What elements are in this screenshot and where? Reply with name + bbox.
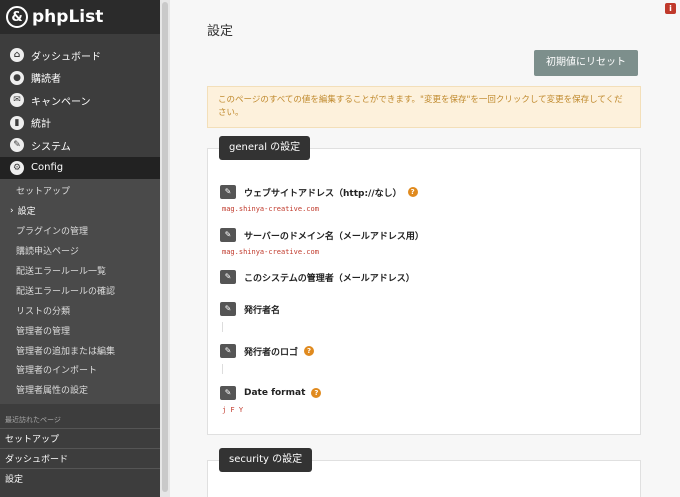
setting-value-empty [222, 322, 225, 332]
submenu-manage-admins[interactable]: 管理者の管理 [0, 320, 160, 340]
submenu-list-categories[interactable]: リストの分類 [0, 300, 160, 320]
setting-label: ウェブサイトアドレス（http://なし） [244, 188, 402, 199]
submenu-add-edit-admin[interactable]: 管理者の追加または編集 [0, 340, 160, 360]
security-settings-panel: security の設定 [207, 448, 641, 497]
submenu-setup[interactable]: セットアップ [0, 181, 160, 201]
edit-icon[interactable]: ✎ [220, 270, 236, 284]
submenu-admin-attributes[interactable]: 管理者属性の設定 [0, 380, 160, 400]
logo[interactable]: & phpList [0, 0, 160, 34]
config-submenu: セットアップ › 設定 プラグインの管理 購読申込ページ 配送エラールール一覧 … [0, 179, 160, 404]
page-title: 設定 [207, 24, 234, 39]
help-icon[interactable]: ? [407, 187, 418, 197]
nav-item-subscribers[interactable]: ● 購読者 [0, 67, 160, 90]
edit-icon[interactable]: ✎ [220, 386, 236, 400]
general-settings-tab[interactable]: general の設定 [219, 136, 311, 160]
nav-item-campaigns[interactable]: ✉ キャンペーン [0, 89, 160, 112]
submenu-import-admins[interactable]: 管理者のインポート [0, 360, 160, 380]
home-icon: ⌂ [10, 48, 24, 63]
mail-icon: ✉ [10, 93, 24, 108]
setting-domain: ✎ サーバーのドメイン名（メールアドレス用） mag.shinya-creati… [220, 228, 424, 256]
setting-label: このシステムの管理者（メールアドレス） [244, 273, 415, 284]
reset-defaults-button[interactable]: 初期値にリセット [534, 50, 638, 76]
setting-website: ✎ ウェブサイトアドレス（http://なし） ? mag.shinya-cre… [220, 185, 418, 213]
help-icon[interactable]: ? [304, 346, 315, 356]
sidebar-scrollbar[interactable] [160, 0, 170, 497]
info-icon[interactable]: i [665, 3, 676, 14]
chart-icon: ▮ [10, 115, 24, 130]
sidebar: & phpList ⌂ ダッシュボード ● 購読者 ✉ キャンペーン ▮ 統計 … [0, 0, 160, 497]
recent-item-settings[interactable]: 設定 [0, 467, 160, 488]
phplist-logo-icon: & [6, 6, 28, 28]
submenu-label: 設定 [17, 207, 36, 218]
submenu-plugins[interactable]: プラグインの管理 [0, 221, 160, 241]
setting-label: Date format [244, 388, 306, 398]
nav-label: システム [31, 141, 71, 153]
wrench-icon: ✎ [10, 138, 24, 153]
chevron-right-icon: › [10, 205, 14, 216]
nav-item-dashboard[interactable]: ⌂ ダッシュボード [0, 44, 160, 67]
submenu-settings[interactable]: › 設定 [0, 201, 160, 221]
brand-name: phpList [32, 7, 104, 27]
setting-value: mag.shinya-creative.com [222, 205, 319, 213]
nav-label: キャンペーン [31, 96, 91, 108]
setting-label: 発行者名 [244, 305, 281, 316]
main-content: i 設定 初期値にリセット このページのすべての値を編集することができます。"変… [170, 0, 680, 497]
recent-item-dashboard[interactable]: ダッシュボード [0, 447, 160, 468]
user-icon: ● [10, 70, 24, 85]
submenu-check-bounce-rules[interactable]: 配送エラールールの確認 [0, 280, 160, 300]
setting-label: サーバーのドメイン名（メールアドレス用） [244, 231, 424, 242]
nav-label: ダッシュボード [31, 51, 101, 63]
help-icon[interactable]: ? [311, 388, 322, 398]
setting-admin-address: ✎ このシステムの管理者（メールアドレス） [220, 270, 415, 284]
edit-icon[interactable]: ✎ [220, 302, 236, 316]
submenu-subscribe-pages[interactable]: 購読申込ページ [0, 241, 160, 261]
nav-item-statistics[interactable]: ▮ 統計 [0, 112, 160, 135]
gear-icon: ⚙ [10, 160, 24, 175]
setting-publisher-name: ✎ 発行者名 [220, 302, 280, 332]
setting-date-format: ✎ Date format ? j F Y [220, 386, 322, 414]
edit-icon[interactable]: ✎ [220, 228, 236, 242]
nav-label: 購読者 [31, 74, 61, 86]
nav-label: Config [31, 162, 64, 174]
security-settings-tab[interactable]: security の設定 [219, 448, 313, 472]
nav-item-system[interactable]: ✎ システム [0, 134, 160, 157]
recent-pages-header: 最近訪れたページ [5, 415, 61, 424]
setting-value: mag.shinya-creative.com [222, 248, 319, 256]
setting-value-empty [222, 364, 225, 374]
recent-item-setup[interactable]: セットアップ [0, 427, 160, 448]
general-settings-panel: general の設定 ✎ ウェブサイトアドレス（http://なし） ? ma… [207, 136, 641, 435]
setting-value: j F Y [222, 406, 244, 414]
submenu-bounce-rules[interactable]: 配送エラールール一覧 [0, 261, 160, 281]
scrollbar-thumb[interactable] [162, 2, 168, 492]
nav-label: 統計 [31, 119, 51, 131]
nav-item-config[interactable]: ⚙ Config [0, 156, 160, 179]
notice-message: このページのすべての値を編集することができます。"変更を保存"を一回クリックして… [207, 86, 641, 128]
setting-label: 発行者のロゴ [244, 347, 299, 358]
edit-icon[interactable]: ✎ [220, 344, 236, 358]
setting-publisher-logo: ✎ 発行者のロゴ ? [220, 344, 315, 374]
edit-icon[interactable]: ✎ [220, 185, 236, 199]
